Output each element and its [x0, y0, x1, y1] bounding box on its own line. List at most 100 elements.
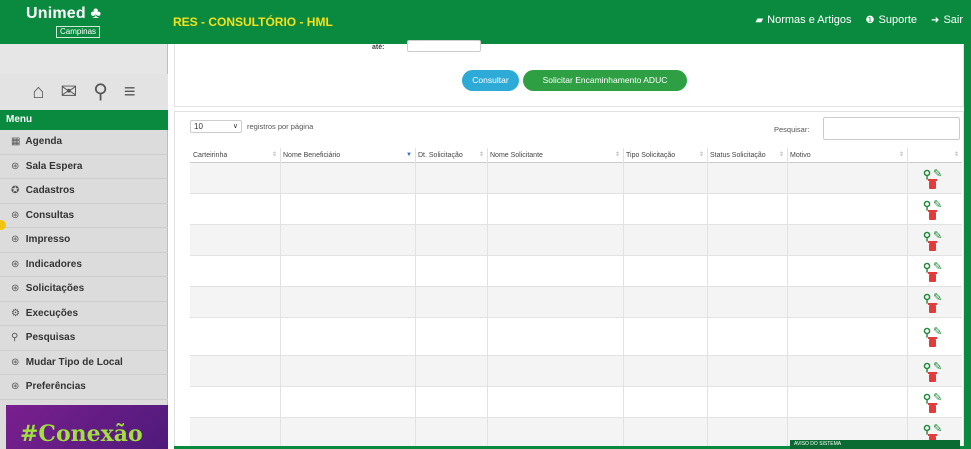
sidebar-item-sala-espera[interactable]: ⊛ Sala Espera: [0, 155, 168, 179]
sidebar-item-agenda[interactable]: ▦ Agenda: [0, 130, 168, 155]
sidebar-item-impresso[interactable]: ⊛ Impresso: [0, 228, 168, 253]
table-row[interactable]: ⚲ ✎: [190, 287, 962, 318]
circle-plus-icon: ⊛: [11, 381, 20, 392]
table-header: Carteirinha ⇕ Nome Beneficiário ▼ Dt. Solici…: [190, 148, 962, 163]
sidebar-item-label: Agenda: [25, 136, 63, 147]
logo-title: Unimed ♣: [26, 5, 102, 22]
sidebar-item-preferencias[interactable]: ⊛ Preferências: [0, 375, 168, 400]
row-actions: ⚲ ✎: [923, 198, 943, 222]
search-input[interactable]: [823, 117, 960, 140]
sort-icon: ⇕: [953, 152, 959, 158]
table-row[interactable]: ⚲ ✎: [190, 194, 962, 225]
mail-icon[interactable]: ✉: [61, 82, 78, 102]
sidebar-item-execucoes[interactable]: ⚙ Execuções: [0, 302, 168, 326]
column-header[interactable]: Nome Solicitante ⇕: [487, 148, 623, 163]
table-cell: [487, 387, 623, 417]
sidebar-item-label: Execuções: [25, 307, 79, 319]
table-cell: [487, 163, 623, 193]
results-panel: 10 ∨ registros por página Pesquisar: Car…: [174, 111, 964, 449]
ate-date-input[interactable]: [407, 40, 481, 52]
column-divider: [415, 148, 416, 449]
table-row[interactable]: ⚲ ✎: [190, 318, 962, 356]
sidebar-item-label: Impresso: [25, 234, 71, 245]
table-row[interactable]: ⚲ ✎: [190, 256, 962, 287]
sort-icon: ⇕: [271, 152, 277, 158]
table-cell: [707, 194, 787, 224]
normas-label: Normas e Artigos: [767, 14, 852, 26]
table-row[interactable]: ⚲ ✎: [190, 356, 962, 387]
column-header[interactable]: Tipo Solicitação ⇕: [623, 148, 707, 163]
table-cell: [707, 163, 787, 193]
circle-plus-icon: ⊛: [11, 283, 20, 294]
table-cell: [787, 387, 907, 417]
table-body: ⚲ ✎ ⚲ ✎ ⚲ ✎ ⚲ ✎ ⚲ ✎ ⚲ ✎ ⚲ ✎ ⚲ ✎ ⚲ ✎: [190, 163, 962, 449]
table-cell: [623, 225, 707, 255]
column-header[interactable]: Status Solicitação ⇕: [707, 148, 787, 163]
conexao-banner[interactable]: #Conexão: [6, 405, 168, 449]
consultar-button[interactable]: Consultar: [462, 70, 519, 91]
table-row[interactable]: ⚲ ✎: [190, 387, 962, 418]
sidebar: ⌂ ✉ ⚲ ≡ Menu ▦ Agenda ⊛ Sala Espera ✪ Ca…: [0, 44, 168, 449]
delete-icon[interactable]: [928, 210, 937, 220]
right-edge-strip: [964, 44, 971, 449]
sair-link[interactable]: ➜ Sair: [931, 14, 963, 26]
table-cell: [280, 225, 415, 255]
search-icon[interactable]: ⚲: [93, 82, 108, 102]
table-cell: [190, 194, 280, 224]
column-header[interactable]: Motivo ⇕: [787, 148, 907, 163]
delete-icon[interactable]: [928, 372, 937, 382]
banner-text: #Conexão: [20, 421, 143, 447]
sidebar-item-pesquisas[interactable]: ⚲ Pesquisas: [0, 326, 168, 351]
table-cell: [707, 387, 787, 417]
column-header-label: Status Solicitação: [710, 152, 766, 159]
delete-icon[interactable]: [928, 272, 937, 282]
sidebar-item-label: Solicitações: [25, 283, 85, 294]
sidebar-item-cadastros[interactable]: ✪ Cadastros: [0, 179, 168, 204]
table-cell: [280, 387, 415, 417]
column-divider: [707, 148, 708, 449]
solicitar-encaminhamento-button[interactable]: Solicitar Encaminhamento ADUC: [523, 70, 687, 91]
table-cell: [415, 287, 487, 317]
sidebar-item-solicitacoes[interactable]: ⊛ Solicitações: [0, 277, 168, 302]
suporte-link[interactable]: ❶ Suporte: [866, 14, 918, 26]
system-notice: AVISO DO SISTEMA: [790, 440, 960, 449]
home-icon[interactable]: ⌂: [32, 82, 44, 102]
sidebar-item-consultas[interactable]: ⊛ Consultas: [0, 204, 168, 228]
table-cell: [280, 418, 415, 448]
column-header[interactable]: Nome Beneficiário ▼: [280, 148, 415, 163]
sort-icon: ⇕: [698, 152, 704, 158]
row-actions: ⚲ ✎: [923, 325, 943, 349]
column-header[interactable]: Dt. Solicitação ⇕: [415, 148, 487, 163]
table-cell: [787, 356, 907, 386]
column-header[interactable]: ⇕: [907, 148, 962, 163]
column-header-label: Nome Beneficiário: [283, 152, 341, 159]
circle-plus-icon: ⊛: [11, 160, 20, 172]
column-header[interactable]: Carteirinha ⇕: [190, 148, 280, 163]
table-cell: [623, 287, 707, 317]
table-cell: [787, 287, 907, 317]
table-row[interactable]: ⚲ ✎: [190, 163, 962, 194]
page-length-select[interactable]: 10 ∨: [190, 120, 242, 133]
table-cell: [280, 287, 415, 317]
delete-icon[interactable]: [928, 403, 937, 413]
column-divider: [907, 148, 908, 449]
normas-link[interactable]: ▰ Normas e Artigos: [755, 14, 851, 26]
delete-icon[interactable]: [928, 179, 937, 189]
table-cell: [190, 387, 280, 417]
sidebar-item-indicadores[interactable]: ⊛ Indicadores: [0, 253, 168, 277]
menu-icon[interactable]: ≡: [124, 82, 136, 102]
logout-icon: ➜: [931, 14, 940, 26]
delete-icon[interactable]: [928, 241, 937, 251]
column-header-label: Nome Solicitante: [490, 152, 543, 159]
unimed-logo[interactable]: Unimed ♣ Campinas: [0, 0, 168, 44]
table-row[interactable]: ⚲ ✎: [190, 225, 962, 256]
sidebar-item-label: Pesquisas: [25, 332, 76, 343]
main-content: até: Consultar Solicitar Encaminhamento …: [174, 40, 964, 449]
top-bar: Unimed ♣ Campinas RES - CONSULTÓRIO - HM…: [0, 0, 971, 44]
table-cell: [707, 287, 787, 317]
sidebar-item-mudar-tipo-local[interactable]: ⊛ Mudar Tipo de Local: [0, 351, 168, 375]
column-header-label: Motivo: [790, 152, 811, 159]
sair-label: Sair: [943, 14, 963, 26]
delete-icon[interactable]: [928, 303, 937, 313]
delete-icon[interactable]: [928, 337, 937, 347]
